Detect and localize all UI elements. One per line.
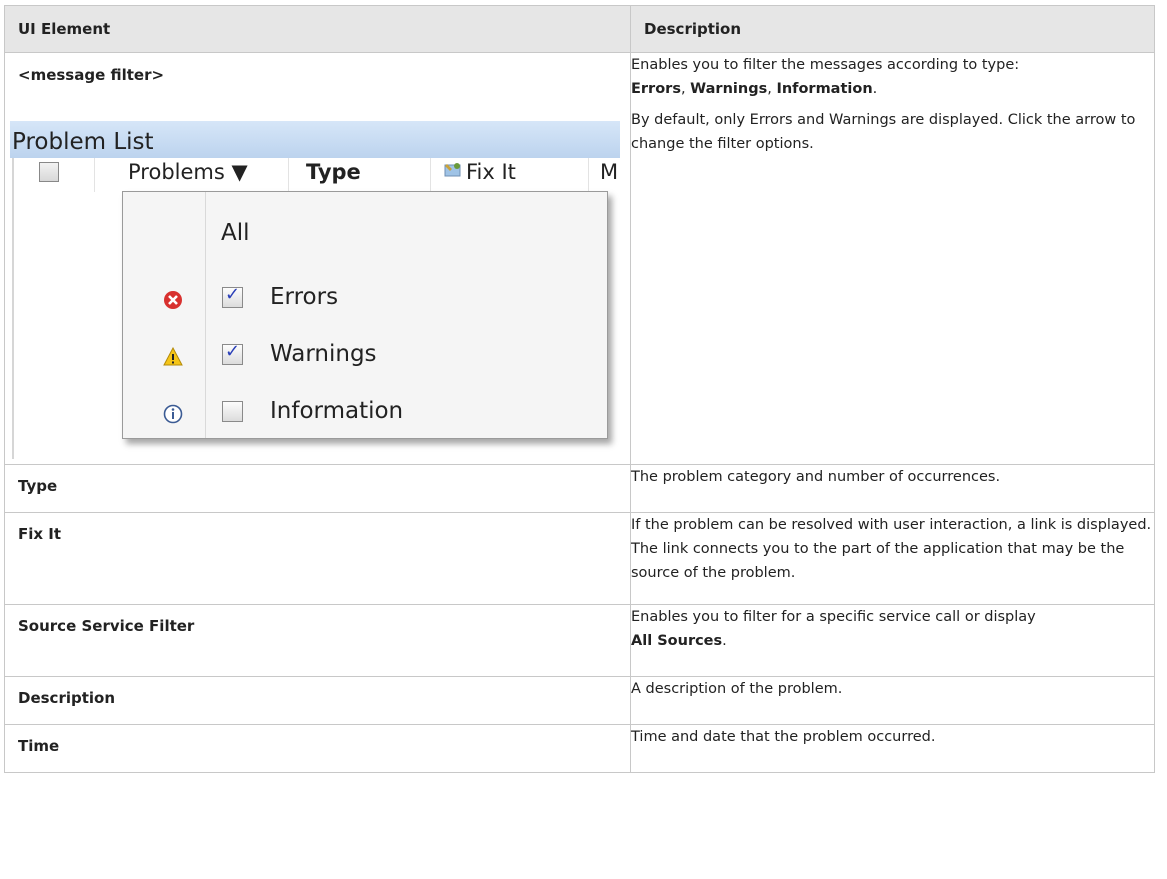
column-header-ui-element: UI Element	[4, 5, 631, 53]
column-fix-it[interactable]: Fix It	[466, 160, 516, 184]
description-cell: Enables you to filter the messages accor…	[630, 52, 1155, 465]
description-paragraph: By default, only Errors and Warnings are…	[631, 112, 1136, 152]
panel-title: Problem List	[10, 121, 620, 158]
error-icon	[163, 290, 183, 316]
ui-element-table: UI Element Description <message filter> …	[4, 5, 1155, 773]
menu-item-label: Warnings	[270, 341, 377, 367]
element-name: Source Service Filter	[18, 617, 195, 635]
warnings-checkbox[interactable]	[222, 341, 243, 365]
table-row: Source Service Filter Enables you to fil…	[4, 604, 1155, 677]
menu-item-label: All	[221, 220, 250, 246]
element-name: Type	[18, 477, 58, 495]
menu-item-label: Information	[270, 398, 404, 424]
column-type[interactable]: Type	[306, 160, 361, 184]
information-checkbox[interactable]	[222, 401, 243, 422]
description-paragraph: Enables you to filter the messages accor…	[631, 57, 1020, 97]
element-name: Description	[18, 689, 116, 707]
element-name: Fix It	[18, 525, 62, 543]
errors-checkbox[interactable]	[222, 284, 243, 308]
description-cell: The problem category and number of occur…	[630, 464, 1155, 513]
fix-it-icon	[443, 160, 463, 185]
description-cell: A description of the problem.	[630, 676, 1155, 725]
description-cell: Enables you to filter for a specific ser…	[630, 604, 1155, 677]
column-header-description: Description	[630, 5, 1155, 53]
table-row: Description A description of the problem…	[4, 676, 1155, 725]
table-row: Time Time and date that the problem occu…	[4, 724, 1155, 773]
select-all-checkbox[interactable]	[39, 162, 59, 182]
menu-item-all[interactable]: All	[123, 214, 607, 254]
problems-filter-dropdown[interactable]: Problems ▼	[128, 160, 248, 184]
warning-icon	[163, 346, 183, 373]
filter-menu: All Errors	[122, 191, 608, 439]
table-row: Type The problem category and number of …	[4, 464, 1155, 513]
description-cell: Time and date that the problem occurred.	[630, 724, 1155, 773]
element-name: <message filter>	[18, 66, 165, 84]
menu-item-information[interactable]: Information	[123, 392, 607, 432]
info-icon	[163, 404, 183, 430]
menu-item-warnings[interactable]: Warnings	[123, 335, 607, 375]
table-row: Fix It If the problem can be resolved wi…	[4, 512, 1155, 605]
table-row: <message filter> Problem List Problems ▼…	[4, 52, 1155, 465]
problem-list-screenshot: Problem List Problems ▼ Type Fix It M Al…	[10, 105, 620, 459]
description-cell: If the problem can be resolved with user…	[630, 512, 1155, 605]
element-name: Time	[18, 737, 60, 755]
column-message[interactable]: M	[600, 160, 618, 184]
element-cell: <message filter> Problem List Problems ▼…	[4, 52, 631, 465]
menu-item-errors[interactable]: Errors	[123, 278, 607, 318]
menu-item-label: Errors	[270, 284, 339, 310]
